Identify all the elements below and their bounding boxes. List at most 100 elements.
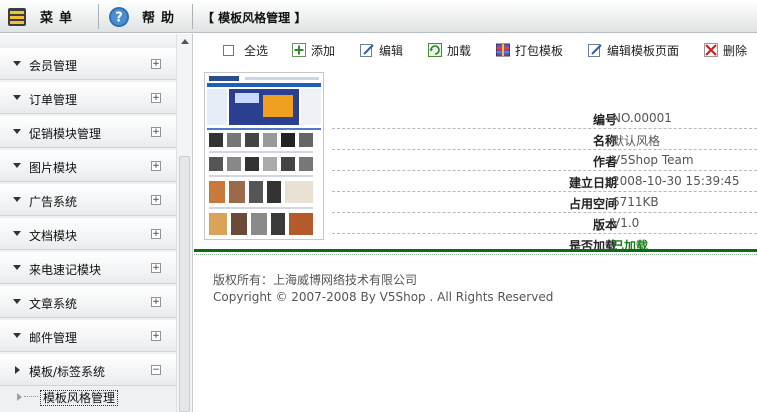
chevron-down-icon [13,231,21,236]
sidebar-item-members[interactable]: 会员管理 + [0,48,176,80]
divider [192,4,193,29]
field-value: 2008-10-30 15:39:45 [612,174,740,188]
info-row-author: 作者 V5Shop Team [332,150,757,171]
sidebar-scrollbar[interactable] [176,34,192,412]
top-bar: 菜单 ? 帮助 【 模板风格管理 】 [0,0,757,33]
sidebar-item-templates[interactable]: 模板/标签系统 − [0,354,176,386]
add-label: 添加 [311,43,336,58]
expand-icon[interactable]: + [151,229,161,239]
field-value: 默认风格 [612,134,661,148]
field-label: 建立日期 [568,176,617,190]
add-button[interactable]: 添加 [292,41,335,59]
chevron-down-icon [13,299,21,304]
sidebar-item-mail[interactable]: 邮件管理 + [0,320,176,352]
expand-icon[interactable]: + [151,331,161,341]
footer: 版权所有：上海威博网络技术有限公司 Copyright © 2007-2008 … [213,272,553,306]
field-value: NO.00001 [612,111,672,125]
content-divider-dotted [194,254,757,255]
delete-button[interactable]: 删除 [704,41,747,59]
expand-icon[interactable]: + [151,263,161,273]
field-value: 6711KB [612,195,659,209]
sidebar-subitem-label: 模板风格管理 [40,390,119,406]
edit-template-page-button[interactable]: 编辑模板页面 [588,41,679,59]
field-value: V1.0 [612,216,640,230]
copyright-notice: Copyright © 2007-2008 By V5Shop . All Ri… [213,290,554,304]
menu-icon [8,7,26,26]
main-content: 全选 添加 编辑 加载 打包模板 编辑模板页面 删除 编号 NO.00001 名… [194,34,757,412]
help-label: 帮助 [142,11,181,26]
svg-text:?: ? [115,10,123,25]
collapse-icon[interactable]: − [151,365,161,375]
content-divider [194,249,757,252]
sidebar-item-label: 邮件管理 [29,331,78,345]
expand-icon[interactable]: + [151,59,161,69]
chevron-down-icon [13,129,21,134]
menu-button[interactable]: 菜单 [6,3,92,30]
chevron-down-icon [13,163,21,168]
delete-icon [704,43,718,57]
expand-icon[interactable]: + [151,93,161,103]
scroll-up-icon[interactable] [181,39,189,44]
pack-template-button[interactable]: 打包模板 [496,41,563,59]
template-thumbnail[interactable] [204,72,324,240]
sidebar-item-label: 广告系统 [29,195,78,209]
chevron-down-icon [13,265,21,270]
tree-arrow-icon [17,393,22,401]
tree-connector [24,396,38,397]
field-label: 占用空间 [568,197,617,211]
sidebar-subitem-template-style[interactable]: 模板风格管理 [0,386,176,412]
sidebar-item-label: 订单管理 [29,93,78,107]
edit-button[interactable]: 编辑 [360,41,403,59]
toolbar: 全选 添加 编辑 加载 打包模板 编辑模板页面 删除 [194,34,757,66]
sidebar-item-orders[interactable]: 订单管理 + [0,82,176,114]
edit-template-page-label: 编辑模板页面 [607,43,680,58]
divider [98,4,99,29]
page-title: 【 模板风格管理 】 [202,11,307,25]
info-row-size: 占用空间 6711KB [332,192,757,213]
checkbox[interactable] [223,44,234,56]
select-all-label: 全选 [244,43,269,58]
add-icon [292,43,306,57]
edit-page-icon [588,44,602,57]
edit-icon [360,44,374,57]
select-all-checkbox[interactable]: 全选 [223,41,268,59]
pack-template-label: 打包模板 [515,43,564,58]
help-button[interactable]: ? 帮助 [108,3,188,30]
menu-label: 菜单 [40,11,79,26]
chevron-down-icon [13,197,21,202]
sidebar-item-images[interactable]: 图片模块 + [0,150,176,182]
info-row-created: 建立日期 2008-10-30 15:39:45 [332,171,757,192]
delete-label: 删除 [723,43,748,58]
chevron-right-icon [15,366,20,374]
expand-icon[interactable]: + [151,161,161,171]
load-label: 加载 [447,43,472,58]
sidebar-item-label: 图片模块 [29,161,78,175]
expand-icon[interactable]: + [151,127,161,137]
sidebar-item-promotion[interactable]: 促销模块管理 + [0,116,176,148]
info-row-version: 版本 V1.0 [332,213,757,234]
load-button[interactable]: 加载 [428,41,471,59]
sidebar-item-ads[interactable]: 广告系统 + [0,184,176,216]
chevron-down-icon [13,61,21,66]
package-icon [496,43,510,57]
sidebar-item-label: 文档模块 [29,229,78,243]
chevron-down-icon [13,333,21,338]
help-icon: ? [109,6,129,27]
sidebar-item-label: 文章系统 [29,297,78,311]
load-icon [428,43,442,57]
info-row-number: 编号 NO.00001 [332,108,757,129]
sidebar: + 会员管理 + 订单管理 + 促销模块管理 + 图片模块 + 广告系统 + [0,34,193,412]
edit-label: 编辑 [379,43,404,58]
scrollbar-thumb[interactable] [179,156,190,412]
sidebar-item-documents[interactable]: 文档模块 + [0,218,176,250]
template-preview-image [205,73,323,239]
expand-icon[interactable]: + [151,297,161,307]
sidebar-item-call-notes[interactable]: 来电速记模块 + [0,252,176,284]
sidebar-item-label: 模板/标签系统 [29,365,106,379]
expand-icon[interactable]: + [151,195,161,205]
info-row-name: 名称 默认风格 [332,129,757,150]
template-card: 编号 NO.00001 名称 默认风格 作者 V5Shop Team 建立日期 … [194,68,757,253]
sidebar-item-label: 来电速记模块 [29,263,102,277]
copyright-company: 版权所有：上海威博网络技术有限公司 [213,273,418,287]
sidebar-item-articles[interactable]: 文章系统 + [0,286,176,318]
